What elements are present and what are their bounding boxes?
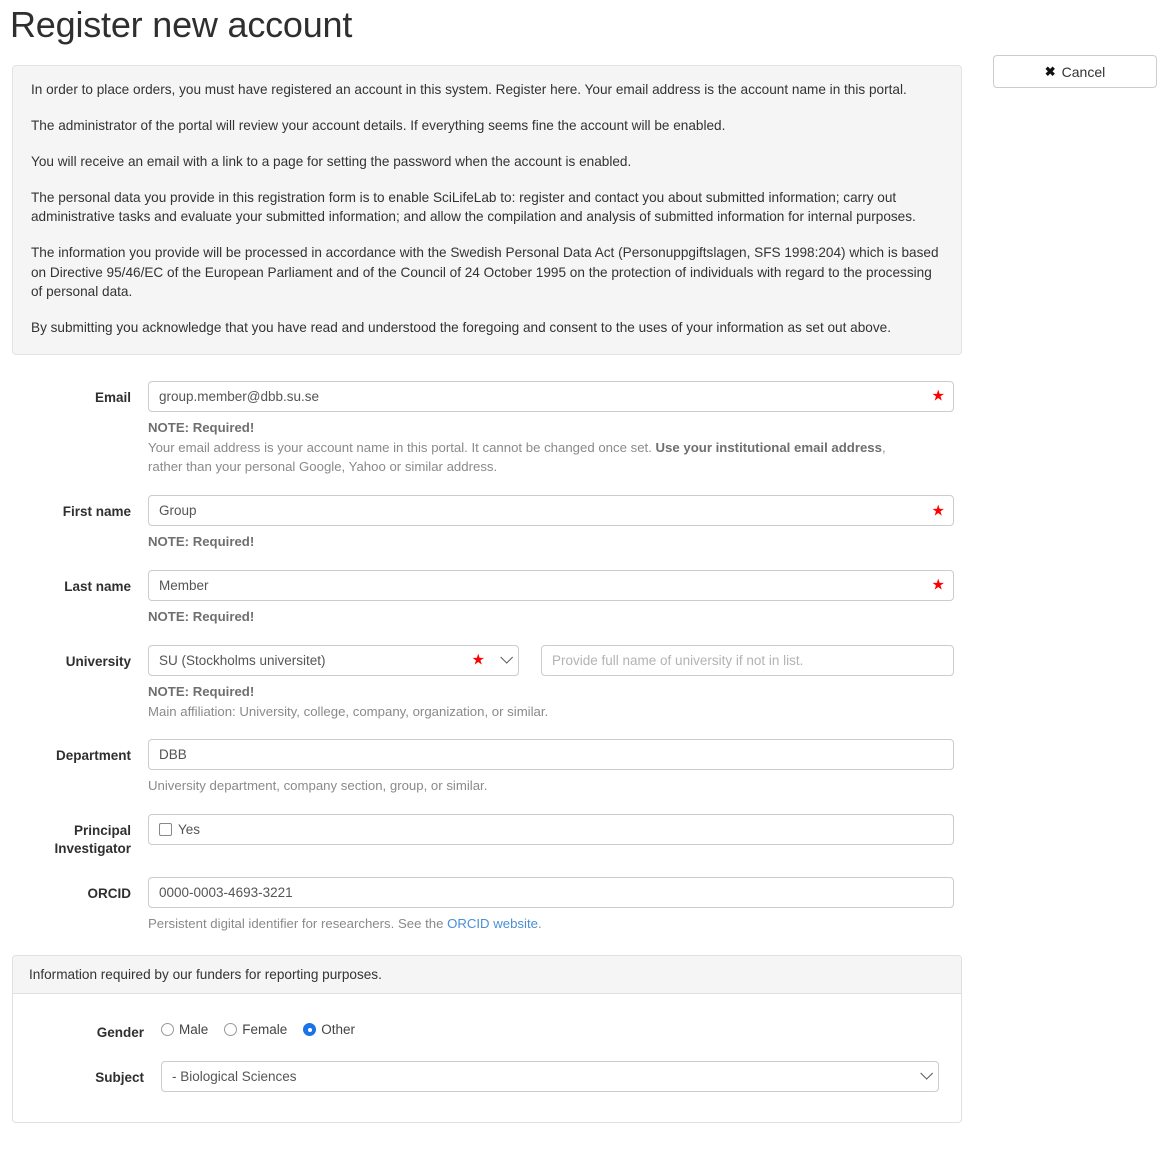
info-panel: In order to place orders, you must have … bbox=[12, 65, 962, 355]
gender-option-female[interactable]: Female bbox=[224, 1022, 287, 1037]
email-help: NOTE: Required! Your email address is yo… bbox=[148, 418, 954, 477]
gender-label: Gender bbox=[96, 1025, 144, 1041]
department-help: University department, company section, … bbox=[148, 776, 954, 796]
last-name-help: NOTE: Required! bbox=[148, 607, 954, 627]
info-paragraph: You will receive an email with a link to… bbox=[31, 153, 632, 169]
email-label: Email bbox=[94, 389, 131, 405]
registration-form: Email ★ NOTE: Required! Your email addre… bbox=[0, 380, 1157, 934]
department-label: Department bbox=[55, 748, 131, 764]
first-name-label: First name bbox=[62, 504, 131, 520]
funder-panel-header: Information required by our funders for … bbox=[13, 956, 961, 995]
first-name-required-note: NOTE: Required! bbox=[148, 534, 255, 550]
close-x-icon: ✖ bbox=[1044, 64, 1056, 79]
department-input[interactable] bbox=[148, 739, 954, 771]
last-name-input-wrap: ★ bbox=[148, 569, 954, 601]
info-paragraph: The information you provide will be proc… bbox=[31, 244, 939, 300]
university-help-text: Main affiliation: University, college, c… bbox=[148, 703, 549, 719]
radio-circle-selected-icon bbox=[303, 1023, 317, 1037]
field-row-subject: Subject - Biological Sciences bbox=[13, 1060, 961, 1092]
field-row-orcid: ORCID Persistent digital identifier for … bbox=[0, 876, 1157, 934]
principal-investigator-checkbox[interactable] bbox=[159, 823, 172, 837]
first-name-help: NOTE: Required! bbox=[148, 532, 954, 552]
info-paragraph: By submitting you acknowledge that you h… bbox=[31, 320, 891, 336]
first-name-input-wrap: ★ bbox=[148, 495, 954, 527]
orcid-help-pre: Persistent digital identifier for resear… bbox=[148, 915, 448, 931]
principal-investigator-checkbox-label: Yes bbox=[178, 822, 201, 838]
gender-option-male[interactable]: Male bbox=[161, 1022, 208, 1037]
orcid-help: Persistent digital identifier for resear… bbox=[148, 914, 954, 934]
principal-investigator-label: Principal Investigator bbox=[54, 823, 131, 857]
page-title: Register new account bbox=[10, 4, 353, 45]
orcid-input-wrap bbox=[148, 876, 954, 908]
gender-radio-group: Male Female Other bbox=[161, 1016, 939, 1037]
field-row-first-name: First name ★ NOTE: Required! bbox=[0, 495, 1157, 552]
field-row-principal-investigator: Principal Investigator Yes bbox=[0, 814, 1157, 858]
radio-circle-icon bbox=[224, 1023, 238, 1037]
department-help-text: University department, company section, … bbox=[148, 778, 488, 794]
field-row-university: University SU (Stockholms universitet) ★ bbox=[0, 644, 1157, 722]
info-paragraph: In order to place orders, you must have … bbox=[31, 82, 907, 98]
email-help-pre: Your email address is your account name … bbox=[148, 439, 656, 455]
last-name-input[interactable] bbox=[148, 569, 954, 601]
register-account-page: Register new account ✖ Cancel In order t… bbox=[0, 0, 1157, 1123]
gender-option-female-label: Female bbox=[242, 1022, 288, 1038]
subject-select-wrap: - Biological Sciences bbox=[161, 1060, 939, 1092]
info-paragraph: The administrator of the portal will rev… bbox=[31, 118, 726, 134]
university-select-wrap: SU (Stockholms universitet) ★ bbox=[148, 644, 519, 676]
first-name-input[interactable] bbox=[148, 495, 954, 527]
cancel-button[interactable]: ✖ Cancel bbox=[993, 55, 1157, 88]
last-name-label: Last name bbox=[64, 578, 131, 594]
field-row-department: Department University department, compan… bbox=[0, 739, 1157, 796]
last-name-required-note: NOTE: Required! bbox=[148, 608, 255, 624]
university-required-note: NOTE: Required! bbox=[148, 683, 255, 699]
orcid-label: ORCID bbox=[87, 885, 132, 901]
field-row-gender: Gender Male Female Other bbox=[13, 1016, 961, 1042]
gender-option-other-label: Other bbox=[321, 1022, 356, 1038]
orcid-website-link[interactable]: ORCID website bbox=[447, 916, 538, 931]
radio-circle-icon bbox=[161, 1023, 174, 1037]
cancel-button-label: Cancel bbox=[1061, 63, 1106, 80]
orcid-input[interactable] bbox=[148, 876, 954, 908]
email-input[interactable] bbox=[148, 380, 954, 412]
gender-option-male-label: Male bbox=[179, 1022, 209, 1038]
university-label: University bbox=[65, 653, 131, 669]
university-other-input[interactable] bbox=[541, 644, 954, 676]
field-row-last-name: Last name ★ NOTE: Required! bbox=[0, 569, 1157, 627]
orcid-help-post: . bbox=[537, 915, 542, 931]
university-select[interactable]: SU (Stockholms universitet) bbox=[148, 644, 519, 676]
info-paragraph: The personal data you provide in this re… bbox=[31, 189, 916, 225]
email-help-bold: Use your institutional email address bbox=[655, 439, 882, 455]
gender-option-other[interactable]: Other bbox=[303, 1022, 355, 1037]
funder-information-panel: Information required by our funders for … bbox=[12, 955, 962, 1123]
subject-select[interactable]: - Biological Sciences bbox=[161, 1060, 939, 1092]
subject-label: Subject bbox=[95, 1069, 144, 1085]
email-required-note: NOTE: Required! bbox=[148, 419, 255, 435]
principal-investigator-field[interactable]: Yes bbox=[148, 814, 954, 846]
field-row-email: Email ★ NOTE: Required! Your email addre… bbox=[0, 380, 1157, 477]
department-input-wrap bbox=[148, 739, 954, 771]
university-help: NOTE: Required! Main affiliation: Univer… bbox=[148, 682, 954, 722]
email-input-wrap: ★ bbox=[148, 380, 954, 412]
university-other-wrap bbox=[541, 644, 954, 676]
